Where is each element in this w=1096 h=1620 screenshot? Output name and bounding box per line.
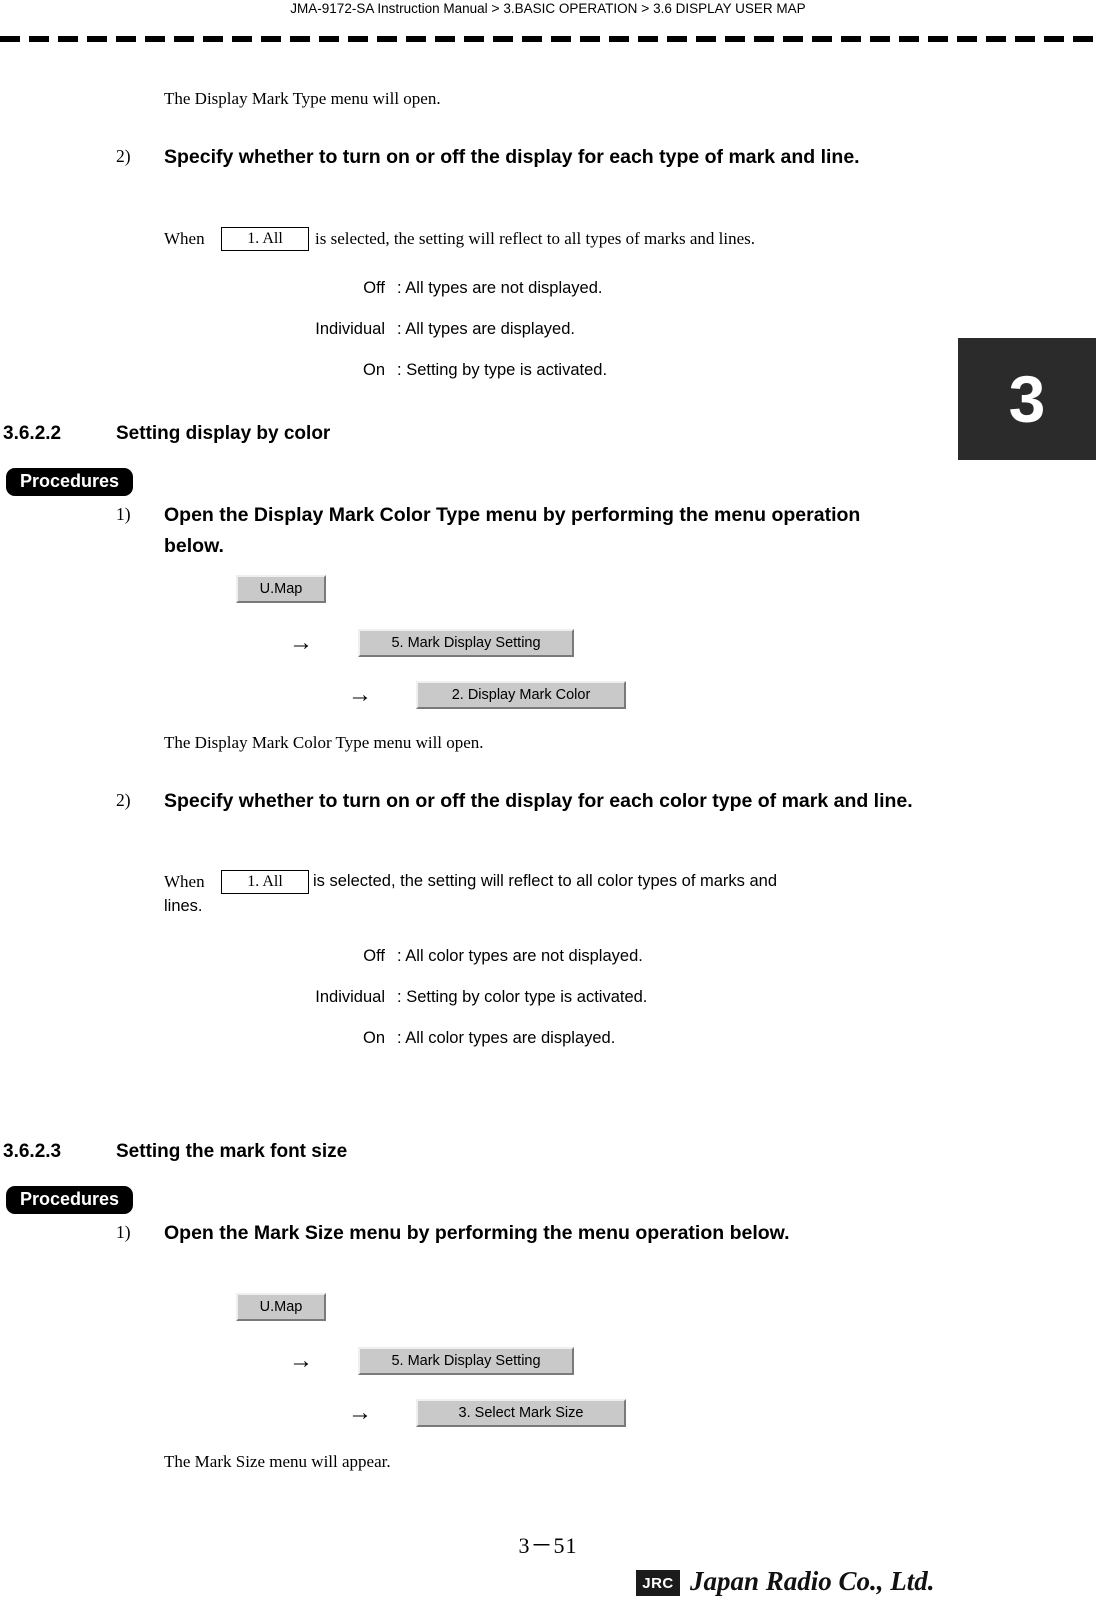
header-separator-2: > [641,0,650,16]
all-chip-top: 1. All [221,227,309,251]
section-title-3622: Setting display by color [116,423,331,444]
step-number-2-color: 2) [116,790,131,810]
menu-chip-mark-display-setting-font[interactable]: 5. Mark Display Setting [358,1347,574,1375]
section-title-3623: Setting the mark font size [116,1141,348,1162]
header-chapter: 3.BASIC OPERATION [503,1,638,16]
menu-arrow-1-color: → [289,630,313,656]
def-desc-on-top: : Setting by type is activated. [397,361,608,379]
def-desc-off-color: : All color types are not displayed. [397,947,643,965]
def-term-on-color: On [362,1029,385,1047]
when-suffix-color: is selected, the setting will reflect to… [313,872,778,890]
def-term-on-top: On [362,361,385,379]
when-suffix-top: is selected, the setting will reflect to… [315,229,755,248]
jrc-logo: JRC [636,1570,680,1596]
step-number-2-top: 2) [116,146,131,166]
def-desc-individual-top: : All types are displayed. [397,320,575,338]
when-prefix-top: When [164,229,205,248]
header-separator-1: > [491,0,500,16]
header-section: 3.6 DISPLAY USER MAP [653,1,806,16]
display-mark-type-note: The Display Mark Type menu will open. [164,89,441,108]
def-term-off-top: Off [363,279,385,297]
menu-arrow-2-color: → [348,682,372,708]
footer-page-number: 3－51 [518,1533,578,1558]
step-text-1-color: Open the Display Mark Color Type menu by… [164,504,861,557]
menu-chip-select-mark-size[interactable]: 3. Select Mark Size [416,1399,626,1427]
step-text-2-color: Specify whether to turn on or off the di… [164,790,913,812]
menu-chip-display-mark-color[interactable]: 2. Display Mark Color [416,681,626,709]
when-prefix-color: When [164,872,205,891]
header-manual-title: JMA-9172-SA Instruction Manual [290,1,488,16]
section-number-3622: 3.6.2.2 [3,423,62,444]
when-suffix-color-line2: lines. [164,897,203,915]
menu-chip-mark-display-setting-color[interactable]: 5. Mark Display Setting [358,629,574,657]
menu-chip-umap-font[interactable]: U.Map [236,1293,326,1321]
def-term-individual-top: Individual [315,320,385,338]
chapter-tab: 3 [958,338,1096,460]
all-chip-color: 1. All [221,870,309,894]
menu-arrow-1-font: → [289,1348,313,1374]
step-number-1-font: 1) [116,1222,131,1242]
def-desc-individual-color: : Setting by color type is activated. [397,988,648,1006]
def-term-individual-color: Individual [315,988,385,1006]
def-term-off-color: Off [363,947,385,965]
page-header: JMA-9172-SA Instruction Manual > 3.BASIC… [0,0,1096,22]
procedures-badge-3623: Procedures [6,1186,134,1214]
display-mark-color-note: The Display Mark Color Type menu will op… [164,733,484,752]
step-number-1-color: 1) [116,504,131,524]
header-dashed-rule [0,36,1096,42]
section-number-3623: 3.6.2.3 [3,1141,62,1162]
procedures-badge-3622: Procedures [6,468,134,496]
menu-arrow-2-font: → [348,1400,372,1426]
menu-chip-umap-color[interactable]: U.Map [236,575,326,603]
def-desc-on-color: : All color types are displayed. [397,1029,616,1047]
step-text-2-top: Specify whether to turn on or off the di… [164,146,860,168]
jrc-wordmark: Japan Radio Co., Ltd. [690,1566,935,1596]
mark-size-note: The Mark Size menu will appear. [164,1452,391,1471]
def-desc-off-top: : All types are not displayed. [397,279,603,297]
step-text-1-font: Open the Mark Size menu by performing th… [164,1222,790,1244]
